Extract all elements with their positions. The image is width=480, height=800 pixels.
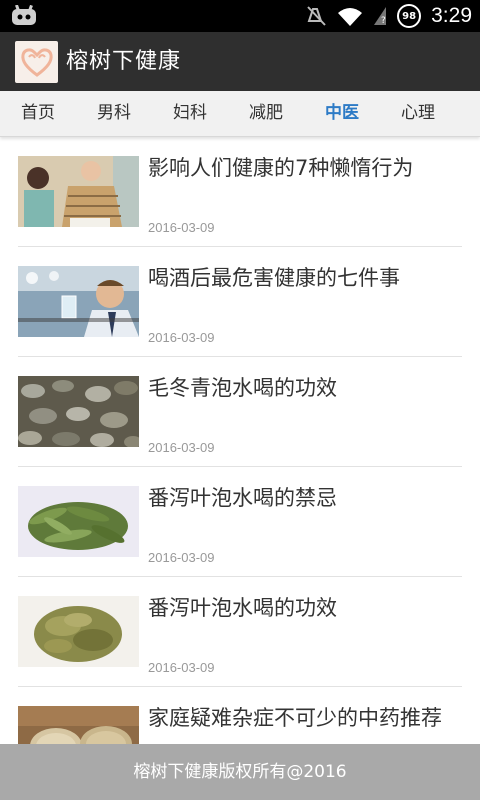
- battery-level: 98: [402, 10, 417, 22]
- article-title[interactable]: 番泻叶泡水喝的禁忌: [148, 483, 453, 513]
- app-title: 榕树下健康: [66, 49, 182, 74]
- signal-icon: ?: [374, 7, 387, 26]
- mute-icon: [307, 6, 326, 26]
- wifi-icon: [338, 8, 363, 26]
- dried-herb-slices-photo: [18, 376, 139, 447]
- list-item[interactable]: 番泻叶泡水喝的禁忌 2016-03-09: [18, 467, 462, 577]
- heart-hands-logo[interactable]: [15, 41, 58, 83]
- tab-gynecology[interactable]: 妇科: [173, 91, 207, 137]
- category-tab-bar: 首页 男科 妇科 减肥 中医 心理: [0, 91, 480, 137]
- man-drinking-photo: [18, 266, 139, 337]
- article-title[interactable]: 影响人们健康的7种懒惰行为: [148, 153, 453, 183]
- battery-icon: 98: [397, 4, 422, 28]
- tab-chinese-medicine[interactable]: 中医: [325, 91, 359, 137]
- senna-leaves-photo: [18, 486, 139, 557]
- tab-weight-loss[interactable]: 减肥: [249, 91, 283, 137]
- tab-mens-health[interactable]: 男科: [97, 91, 131, 137]
- list-item[interactable]: 番泻叶泡水喝的功效 2016-03-09: [18, 577, 462, 687]
- elderly-people-photo: [18, 156, 139, 227]
- clock: 3:29: [431, 4, 472, 27]
- list-item[interactable]: 影响人们健康的7种懒惰行为 2016-03-09: [18, 137, 462, 247]
- article-title[interactable]: 喝酒后最危害健康的七件事: [148, 263, 453, 293]
- article-title[interactable]: 番泻叶泡水喝的功效: [148, 593, 453, 623]
- svg-text:?: ?: [381, 16, 386, 26]
- article-date: 2016-03-09: [148, 330, 215, 345]
- list-item[interactable]: 毛冬青泡水喝的功效 2016-03-09: [18, 357, 462, 467]
- tab-home[interactable]: 首页: [21, 91, 55, 137]
- list-item[interactable]: 喝酒后最危害健康的七件事 2016-03-09: [18, 247, 462, 357]
- article-title[interactable]: 家庭疑难杂症不可少的中药推荐: [148, 703, 453, 733]
- article-date: 2016-03-09: [148, 660, 215, 675]
- app-bar: 榕树下健康: [0, 32, 480, 91]
- article-date: 2016-03-09: [148, 440, 215, 455]
- article-date: 2016-03-09: [148, 550, 215, 565]
- senna-leaves-pile-photo: [18, 596, 139, 667]
- copyright-footer: 榕树下健康版权所有@2016: [0, 744, 480, 800]
- android-icon: [12, 5, 36, 25]
- article-date: 2016-03-09: [148, 220, 215, 235]
- tab-psychology[interactable]: 心理: [401, 91, 435, 137]
- article-title[interactable]: 毛冬青泡水喝的功效: [148, 373, 453, 403]
- status-bar: ? 98 3:29: [0, 0, 480, 32]
